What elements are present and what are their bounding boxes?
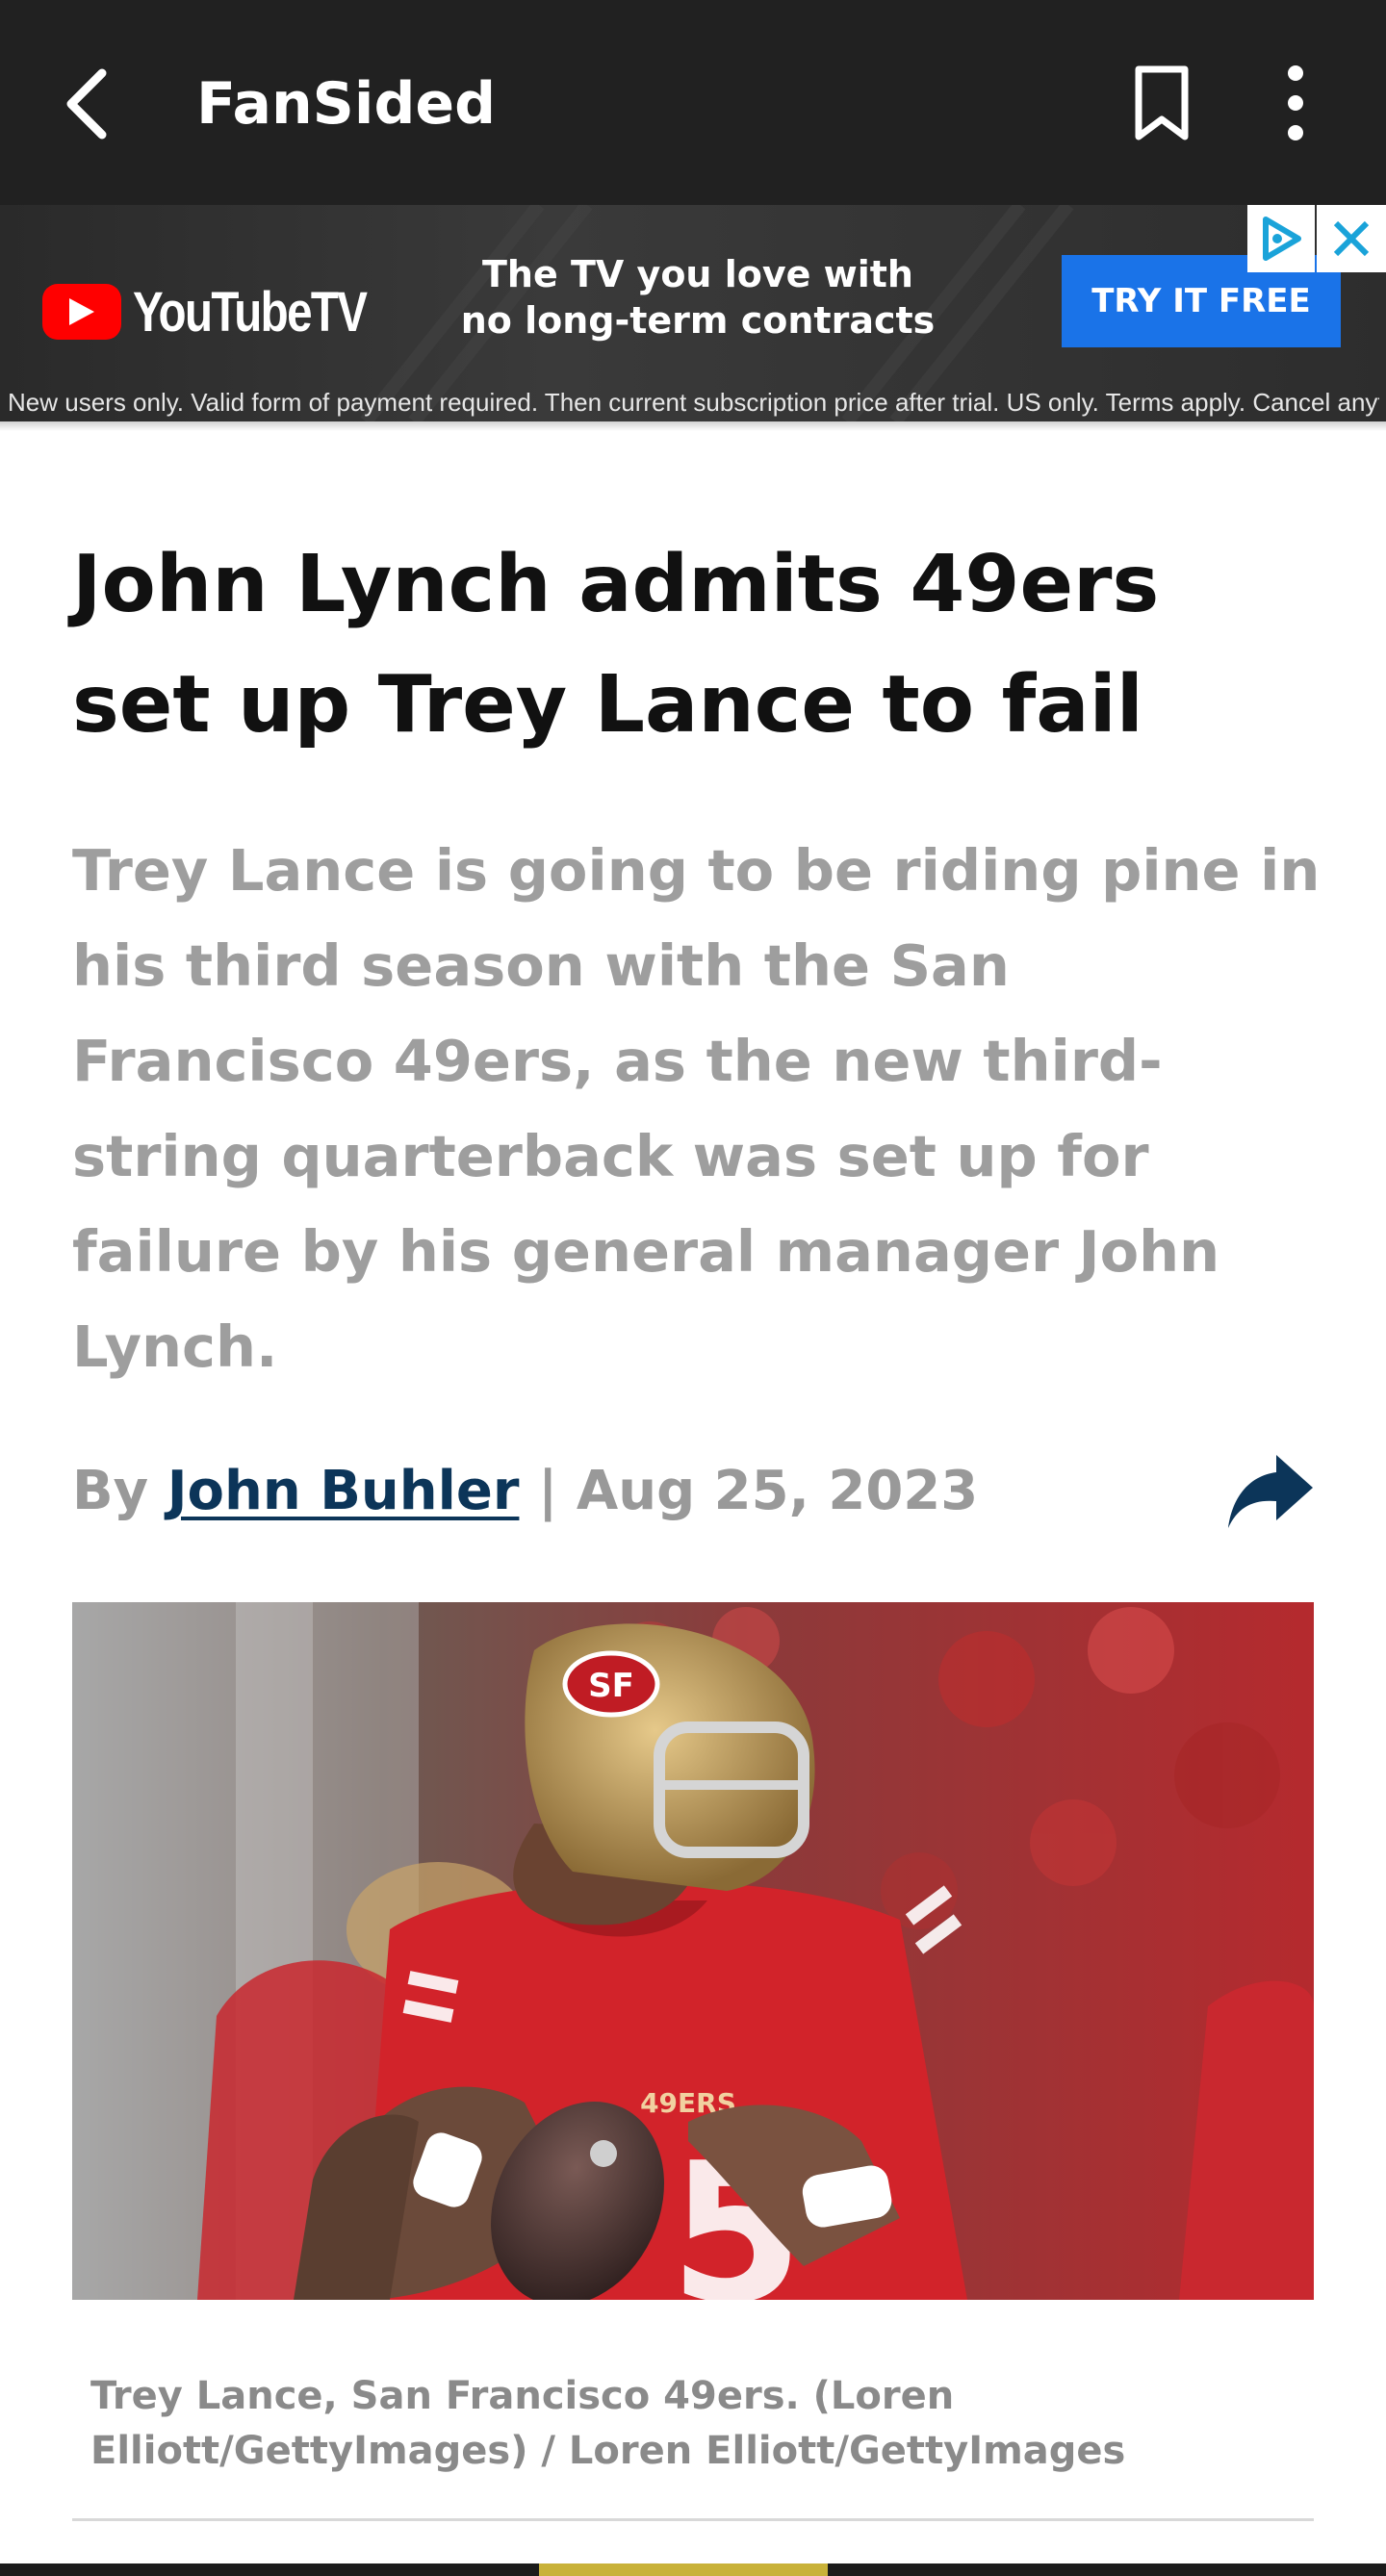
next-content-strip bbox=[0, 2563, 1386, 2576]
article-dek: Trey Lance is going to be riding pine in… bbox=[72, 837, 1321, 1380]
youtube-tv-logo: YouTubeTV bbox=[42, 268, 418, 355]
youtube-play-icon bbox=[42, 284, 121, 340]
hero-photo: 49ERS 5 SF bbox=[72, 1602, 1314, 2300]
bookmark-icon[interactable] bbox=[1131, 64, 1193, 142]
adchoices-icon[interactable] bbox=[1247, 205, 1315, 272]
byline-prefix: By bbox=[72, 1460, 149, 1522]
article-headline: John Lynch admits 49ers set up Trey Lanc… bbox=[72, 539, 1160, 751]
helmet-logo: SF bbox=[588, 1667, 634, 1705]
ad-brand: YouTubeTV bbox=[133, 280, 368, 344]
ad-fine-print: New users only. Valid form of payment re… bbox=[8, 388, 1379, 417]
byline: By John Buhler | Aug 25, 2023 bbox=[72, 1453, 978, 1530]
ad-tagline-line1: The TV you love with bbox=[482, 253, 913, 295]
ad-divider bbox=[0, 421, 1386, 431]
publish-date: Aug 25, 2023 bbox=[576, 1460, 979, 1522]
app-bar: FanSided bbox=[0, 0, 1386, 205]
share-icon[interactable] bbox=[1224, 1451, 1317, 1532]
ad-tagline-line2: no long-term contracts bbox=[460, 299, 936, 342]
ad-banner[interactable]: YouTubeTV The TV you love with no long-t… bbox=[0, 205, 1386, 421]
author-link[interactable]: John Buhler bbox=[167, 1460, 520, 1522]
caption-divider bbox=[72, 2518, 1314, 2521]
arrow-back-icon[interactable] bbox=[60, 65, 117, 142]
close-icon bbox=[1333, 220, 1370, 257]
article-hero-image[interactable]: 49ERS 5 SF bbox=[72, 1602, 1314, 2300]
byline-separator: | bbox=[537, 1460, 558, 1522]
next-content-accent bbox=[539, 2563, 828, 2576]
ad-close-button[interactable] bbox=[1317, 205, 1386, 272]
more-vertical-icon[interactable] bbox=[1267, 64, 1324, 142]
app-title: FanSided bbox=[196, 70, 497, 138]
ad-tagline: The TV you love with no long-term contra… bbox=[433, 251, 962, 344]
image-caption: Trey Lance, San Francisco 49ers. (Loren … bbox=[90, 2374, 1126, 2473]
